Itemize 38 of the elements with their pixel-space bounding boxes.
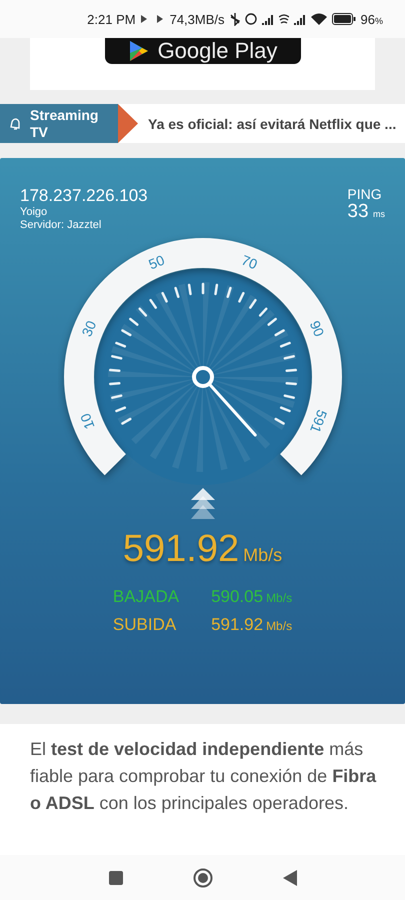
- speed-value: 590.05 Mb/s: [211, 587, 292, 607]
- media-icon: [140, 15, 165, 23]
- speed-label: BAJADA: [112, 587, 180, 607]
- gauge-scale-label: 10: [76, 411, 97, 432]
- speed-label: SUBIDA: [112, 615, 178, 635]
- google-play-badge[interactable]: Google Play: [104, 38, 300, 64]
- clock-time: 2:21 PM: [87, 12, 136, 26]
- ping-value: 33 ms: [347, 202, 385, 222]
- play-store-icon: [128, 41, 150, 61]
- speed-value: 591.92 Mb/s: [211, 615, 292, 635]
- hotspot-icon: [278, 14, 289, 24]
- signal-icon: [294, 14, 306, 24]
- battery-icon: [332, 13, 356, 25]
- gauge-scale-label: 30: [78, 318, 99, 339]
- gauge-scale-label: 90: [306, 318, 328, 339]
- arrow-icon: [118, 104, 138, 143]
- speed-result: 591.92 Mb/s: [122, 528, 282, 571]
- description-text: El test de velocidad independiente más fiable para comprobar tu conexión de Fibra o ADSL con los principales operadores.: [30, 739, 376, 813]
- back-icon[interactable]: [282, 870, 296, 886]
- recents-icon[interactable]: [108, 870, 122, 884]
- signal-icon: [262, 14, 274, 24]
- needle: [192, 366, 256, 436]
- server-name: Servidor: Jazztel: [20, 219, 102, 232]
- network-speed: 74,3MB/s: [170, 12, 225, 26]
- battery-level: 96%: [360, 12, 383, 26]
- upload-arrows-icon: [188, 488, 216, 520]
- ip-address: 178.237.226.103: [20, 186, 148, 206]
- news-headline[interactable]: Ya es oficial: así evitará Netflix que ...: [138, 116, 396, 132]
- alarm-icon: [244, 13, 257, 25]
- wifi-icon: [310, 13, 327, 25]
- bluetooth-icon: [230, 12, 240, 26]
- bell-icon: [8, 116, 22, 130]
- ping-label: PING: [347, 186, 383, 202]
- operator-name: Yoigo: [20, 206, 48, 219]
- home-icon[interactable]: [192, 868, 212, 888]
- gauge-scale-label: 50: [146, 252, 166, 272]
- gauge-scale-label: 591: [306, 408, 330, 436]
- gauge-scale-label: 70: [238, 252, 260, 272]
